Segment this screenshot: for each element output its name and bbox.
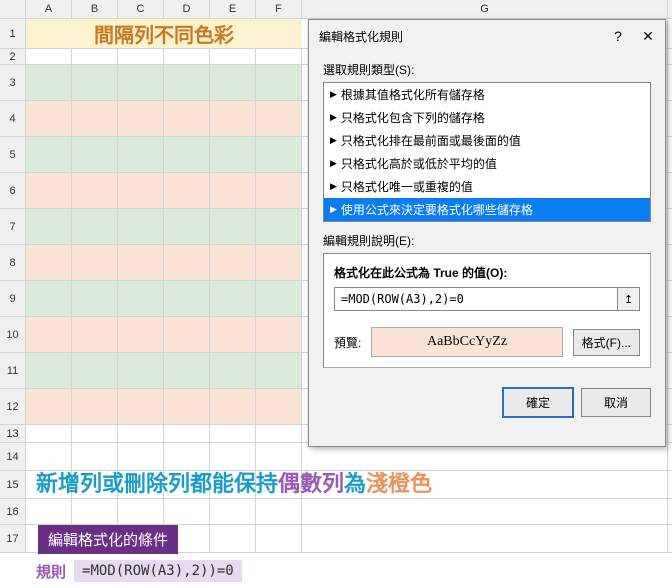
- page-title: 間隔列不同色彩: [26, 19, 302, 48]
- rule-type-item-selected[interactable]: ▶使用公式來決定要格式化哪些儲存格: [324, 198, 650, 221]
- triangle-icon: ▶: [330, 158, 337, 169]
- rule-desc-panel: 格式化在此公式為 True 的值(O): ↥ 預覽: AaBbCcYyZz 格式…: [323, 253, 651, 368]
- rule-type-item[interactable]: ▶只格式化唯一或重複的值: [324, 175, 650, 198]
- row-header-3[interactable]: 3: [0, 65, 26, 100]
- triangle-icon: ▶: [330, 89, 337, 100]
- help-icon[interactable]: ?: [611, 28, 625, 45]
- row-header-12[interactable]: 12: [0, 389, 26, 424]
- dialog-titlebar[interactable]: 編輯格式化規則 ? ✕: [309, 20, 665, 53]
- row-header-6[interactable]: 6: [0, 173, 26, 208]
- format-button[interactable]: 格式(F)...: [573, 329, 640, 356]
- row-header-5[interactable]: 5: [0, 137, 26, 172]
- row-header-14[interactable]: 14: [0, 443, 26, 470]
- select-all-corner[interactable]: [0, 0, 26, 18]
- col-header-F[interactable]: F: [256, 0, 302, 18]
- formula-input[interactable]: [334, 287, 618, 311]
- row-header-9[interactable]: 9: [0, 281, 26, 316]
- col-header-B[interactable]: B: [72, 0, 118, 18]
- row-header-2[interactable]: 2: [0, 49, 26, 64]
- select-rule-type-label: 選取規則類型(S):: [323, 61, 651, 78]
- cancel-button[interactable]: 取消: [581, 388, 651, 417]
- caption-part-b: 偶數列: [278, 471, 344, 496]
- preview-label: 預覽:: [334, 334, 361, 351]
- triangle-icon: ▶: [330, 135, 337, 146]
- row-header-8[interactable]: 8: [0, 245, 26, 280]
- edit-rule-dialog: 編輯格式化規則 ? ✕ 選取規則類型(S): ▶根據其值格式化所有儲存格 ▶只格…: [308, 19, 666, 447]
- formula-label: 格式化在此公式為 True 的值(O):: [334, 264, 640, 281]
- triangle-icon: ▶: [330, 181, 337, 192]
- caption-part-c: 為: [344, 471, 366, 496]
- dialog-title: 編輯格式化規則: [319, 28, 611, 45]
- column-headers: A B C D E F G: [0, 0, 672, 19]
- col-header-A[interactable]: A: [26, 0, 72, 18]
- rule-type-item[interactable]: ▶只格式化高於或低於平均的值: [324, 152, 650, 175]
- edit-rule-desc-label: 編輯規則說明(E):: [323, 232, 651, 249]
- caption: 新增列或刪除列都能保持偶數列為淺橙色: [36, 466, 432, 498]
- row-header-11[interactable]: 11: [0, 353, 26, 388]
- rule-row: 規則 =MOD(ROW(A3),2))=0: [36, 560, 242, 582]
- row-header-15[interactable]: 15: [0, 471, 26, 498]
- caption-part-a: 新增列或刪除列都能保持: [36, 471, 278, 496]
- triangle-icon: ▶: [330, 112, 337, 123]
- col-header-D[interactable]: D: [164, 0, 210, 18]
- ok-button[interactable]: 確定: [503, 388, 573, 417]
- row-header-4[interactable]: 4: [0, 101, 26, 136]
- row-header-7[interactable]: 7: [0, 209, 26, 244]
- row-header-13[interactable]: 13: [0, 425, 26, 442]
- close-icon[interactable]: ✕: [641, 28, 655, 45]
- preview-box: AaBbCcYyZz: [371, 327, 562, 357]
- triangle-icon: ▶: [330, 204, 337, 215]
- row-header-10[interactable]: 10: [0, 317, 26, 352]
- caption-part-d: 淺橙色: [366, 471, 432, 496]
- condition-label: 編輯格式化的條件: [38, 525, 178, 554]
- rule-type-item[interactable]: ▶只格式化包含下列的儲存格: [324, 106, 650, 129]
- row-16: 16: [0, 499, 672, 525]
- col-header-G[interactable]: G: [302, 0, 668, 18]
- rule-type-item[interactable]: ▶只格式化排在最前面或最後面的值: [324, 129, 650, 152]
- col-header-C[interactable]: C: [118, 0, 164, 18]
- row-header-16[interactable]: 16: [0, 499, 26, 524]
- row-header-17[interactable]: 17: [0, 525, 26, 552]
- col-header-E[interactable]: E: [210, 0, 256, 18]
- row-header-1[interactable]: 1: [0, 19, 26, 48]
- rule-type-list[interactable]: ▶根據其值格式化所有儲存格 ▶只格式化包含下列的儲存格 ▶只格式化排在最前面或最…: [323, 82, 651, 222]
- range-picker-icon[interactable]: ↥: [618, 287, 640, 311]
- rule-type-item[interactable]: ▶根據其值格式化所有儲存格: [324, 83, 650, 106]
- rule-formula-text: =MOD(ROW(A3),2))=0: [74, 560, 242, 582]
- rule-label: 規則: [36, 561, 66, 582]
